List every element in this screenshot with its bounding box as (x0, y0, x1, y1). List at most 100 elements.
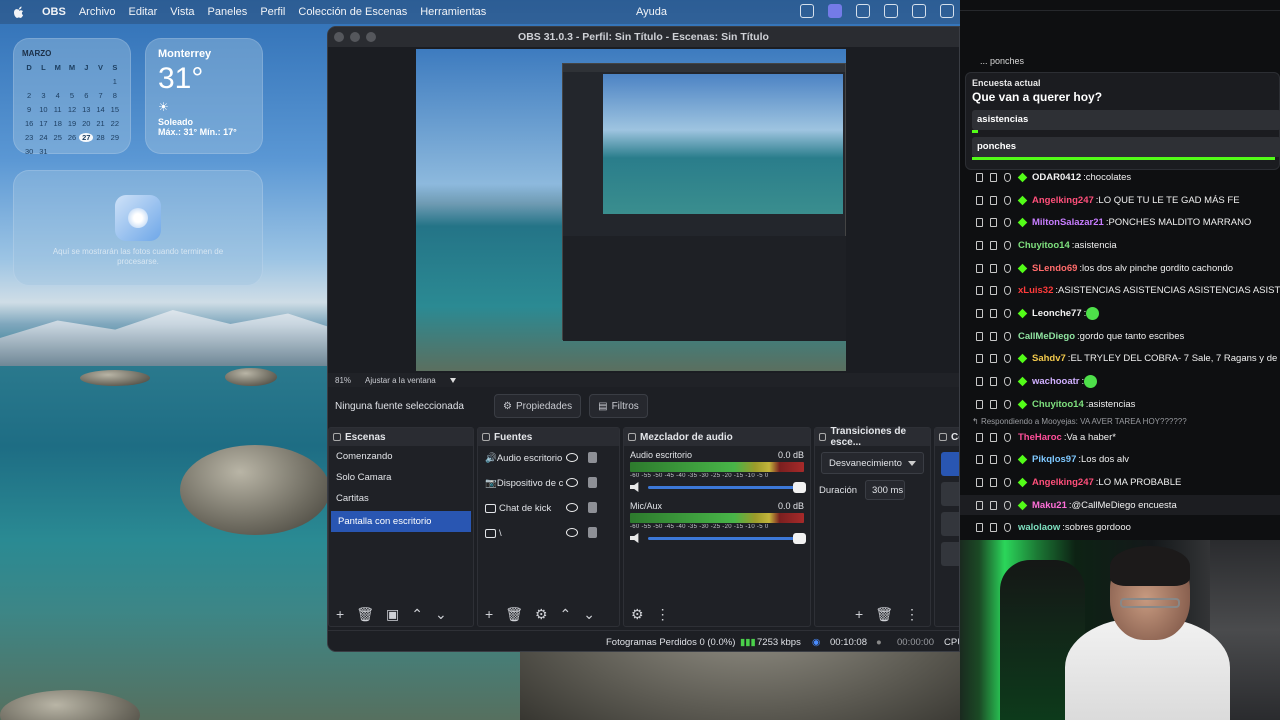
calendar-day[interactable]: 10 (36, 105, 50, 114)
chat-message[interactable]: walolaow: sobres gordooo (976, 520, 1131, 534)
virtual-camera-button[interactable] (941, 512, 959, 536)
chat-message[interactable]: Chuyitoo14: asistencia (976, 238, 1117, 252)
source-item[interactable]: Chat de kick (478, 496, 619, 521)
menu-item-archivo[interactable]: Archivo (79, 6, 116, 18)
timeout-icon[interactable] (990, 308, 997, 318)
add-icon[interactable]: + (855, 606, 863, 622)
calendar-day[interactable]: 14 (93, 105, 107, 114)
screen-mirror-icon[interactable] (856, 4, 870, 18)
trash-icon[interactable] (976, 240, 983, 250)
trash-icon[interactable] (976, 522, 983, 532)
chat-message[interactable]: TheHaroc: Va a haber* (976, 430, 1116, 444)
timeout-icon[interactable] (990, 285, 997, 295)
trash-icon[interactable] (976, 432, 983, 442)
trash-icon[interactable] (976, 500, 983, 510)
timeout-icon[interactable] (990, 353, 997, 363)
calendar-day[interactable]: 24 (36, 133, 50, 142)
move-up-icon[interactable]: ⌃ (411, 606, 423, 623)
timeout-icon[interactable] (990, 500, 997, 510)
minimize-button[interactable] (350, 32, 360, 42)
lock-icon[interactable] (588, 502, 597, 513)
speaker-icon[interactable] (630, 482, 639, 492)
shield-icon[interactable] (1004, 240, 1011, 250)
scene-filter-icon[interactable]: ▣ (386, 606, 399, 623)
calendar-day[interactable]: 29 (108, 133, 122, 142)
chat-message[interactable]: Angelking247: LO MA PROBABLE (976, 475, 1181, 489)
chat-message[interactable]: Maku21: @CallMeDiego encuesta (976, 498, 1177, 512)
source-item[interactable]: 🔊 Audio escritorio (478, 446, 619, 471)
eye-icon[interactable] (566, 453, 578, 462)
apple-icon[interactable] (12, 5, 26, 19)
timeout-icon[interactable] (990, 376, 997, 386)
calendar-day[interactable]: 5 (65, 91, 79, 100)
chat-message[interactable]: Leonche77: (976, 306, 1100, 320)
lock-icon[interactable] (588, 527, 597, 538)
shield-icon[interactable] (1004, 217, 1011, 227)
trash-icon[interactable] (976, 263, 983, 273)
calendar-day[interactable]: 6 (79, 91, 93, 100)
trash-icon[interactable]: 🗑 (505, 606, 523, 623)
menu-item-editar[interactable]: Editar (129, 6, 158, 18)
scene-item[interactable]: Comenzando (329, 446, 473, 467)
calendar-day[interactable]: 8 (108, 91, 122, 100)
menu-item-perfil[interactable]: Perfil (260, 6, 285, 18)
chat-message[interactable]: ODAR0412: chocolates (976, 170, 1131, 184)
chat-username[interactable]: xLuis32 (1018, 285, 1053, 296)
trash-icon[interactable] (976, 353, 983, 363)
lock-icon[interactable] (588, 477, 597, 488)
chat-username[interactable]: Pikqlos97 (1032, 454, 1076, 465)
timeout-icon[interactable] (990, 217, 997, 227)
preview-canvas[interactable] (416, 49, 846, 371)
chat-username[interactable]: Sahdv7 (1032, 353, 1066, 364)
calendar-day[interactable]: 12 (65, 105, 79, 114)
source-item[interactable]: 📷 Dispositivo de c (478, 471, 619, 496)
scene-item-selected[interactable]: Pantalla con escritorio (331, 511, 471, 532)
trash-icon[interactable] (976, 399, 983, 409)
poll-option[interactable]: ponches (972, 137, 1280, 157)
shield-icon[interactable] (1004, 195, 1011, 205)
close-button[interactable] (334, 32, 344, 42)
chat-message[interactable]: SLendo69: los dos alv pinche gordito cac… (976, 261, 1233, 275)
lock-icon[interactable] (588, 452, 597, 463)
chat-username[interactable]: CallMeDiego (1018, 331, 1075, 342)
timeout-icon[interactable] (990, 331, 997, 341)
calendar-day[interactable]: 26 (65, 133, 79, 142)
menu-item-herramientas[interactable]: Herramientas (420, 6, 486, 18)
shield-icon[interactable] (1004, 432, 1011, 442)
calendar-day[interactable]: 19 (65, 119, 79, 128)
trash-icon[interactable] (976, 195, 983, 205)
menu-app-name[interactable]: OBS (42, 6, 66, 18)
properties-button[interactable]: ⚙ Propiedades (493, 394, 582, 418)
fit-to-window[interactable]: Ajustar a la ventana (365, 376, 436, 385)
control-center-icon[interactable] (940, 4, 954, 18)
shield-icon[interactable] (1004, 376, 1011, 386)
calendar-day[interactable]: 7 (93, 91, 107, 100)
shield-icon[interactable] (1004, 477, 1011, 487)
scene-item[interactable]: Cartitas (329, 488, 473, 509)
calendar-day[interactable]: 11 (51, 105, 65, 114)
eye-icon[interactable] (566, 503, 578, 512)
menu-item-vista[interactable]: Vista (170, 6, 194, 18)
calendar-day[interactable]: 13 (79, 105, 93, 114)
timeout-icon[interactable] (990, 477, 997, 487)
wifi-icon[interactable] (912, 4, 926, 18)
chat-message[interactable]: Sahdv7: EL TRYLEY DEL COBRA- 7 Sale, 7 R… (976, 351, 1280, 365)
chat-username[interactable]: Maku21 (1032, 500, 1067, 511)
trash-icon[interactable] (976, 285, 983, 295)
timeout-icon[interactable] (990, 195, 997, 205)
calendar-day[interactable]: 30 (22, 147, 36, 156)
screen-record-icon[interactable] (828, 4, 842, 18)
calendar-day[interactable]: 27 (79, 133, 94, 142)
start-recording-button[interactable] (941, 482, 959, 506)
chat-message[interactable]: Chuyitoo14: asistencias (976, 397, 1135, 411)
shield-icon[interactable] (1004, 172, 1011, 182)
chat-username[interactable]: walolaow (1018, 522, 1060, 533)
calendar-day[interactable]: 18 (51, 119, 65, 128)
move-up-icon[interactable]: ⌃ (560, 606, 572, 623)
timeout-icon[interactable] (990, 454, 997, 464)
trash-icon[interactable] (976, 217, 983, 227)
duration-input[interactable]: 300 ms (865, 480, 906, 500)
chat-username[interactable]: SLendo69 (1032, 263, 1077, 274)
calendar-day[interactable]: 25 (51, 133, 65, 142)
eye-icon[interactable] (566, 528, 578, 537)
